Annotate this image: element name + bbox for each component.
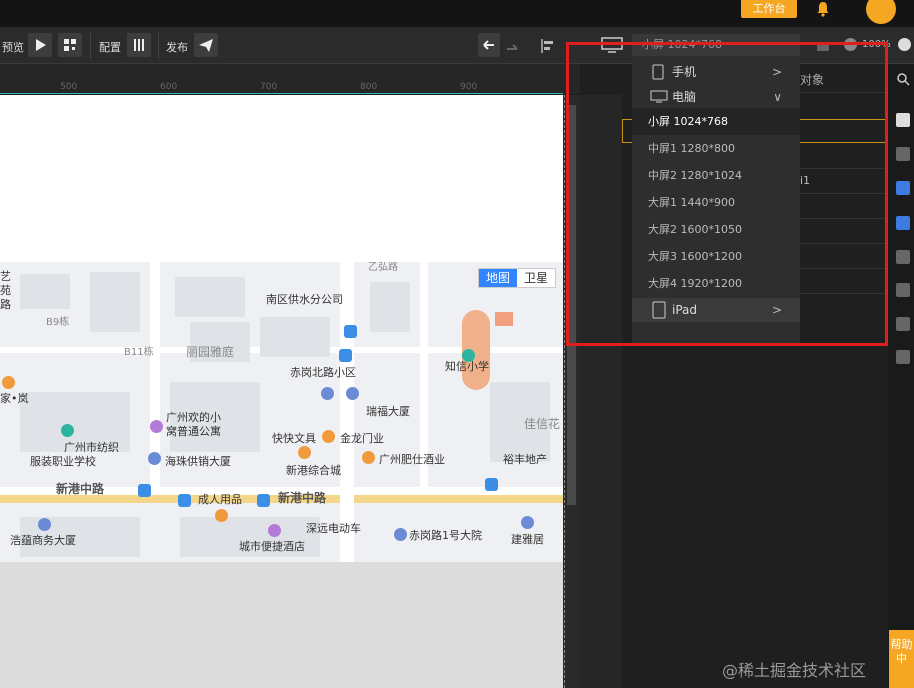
map-type-toggle: 地图 卫星: [478, 268, 556, 288]
config-label: 配置: [99, 41, 121, 54]
map-label: B9栋: [46, 317, 70, 328]
shop-icon: [215, 509, 228, 522]
map-label: 佳信花: [524, 417, 561, 431]
ruler-tick: 600: [160, 82, 178, 92]
bus-stop-icon: [339, 349, 352, 362]
building-poi-icon: [38, 518, 51, 531]
qrcode-icon[interactable]: [58, 33, 82, 57]
map-label: 赤岗路1号大院: [409, 529, 482, 542]
preview-label: 预览: [2, 41, 24, 54]
map-view-button[interactable]: 地图: [479, 269, 517, 287]
bus-stop-icon: [344, 325, 357, 338]
map-label: B11栋: [124, 347, 154, 358]
map-label: 裕丰地产: [503, 453, 547, 466]
map-label: 建雅居: [511, 533, 544, 546]
swap-icon[interactable]: [896, 283, 910, 297]
bus-stop-icon: [178, 494, 191, 507]
settings-icon[interactable]: [896, 147, 910, 161]
zoom-in-icon[interactable]: [898, 38, 911, 51]
interaction-icon[interactable]: [896, 181, 910, 195]
sql-icon[interactable]: [896, 350, 910, 364]
canvas-blank-area: [0, 95, 563, 262]
school-area: [495, 312, 513, 326]
map-label: 南区供水分公司: [266, 293, 343, 306]
info-icon[interactable]: [896, 113, 910, 127]
toolbar-divider: [90, 33, 91, 59]
building-poi-icon: [148, 452, 161, 465]
map-label: 成人用品: [198, 493, 242, 506]
ruler-tick: 900: [460, 82, 478, 92]
map-label: 赤岗北路小区: [290, 366, 356, 379]
map-label: 新港综合城: [286, 464, 341, 477]
bell-icon[interactable]: [815, 1, 831, 17]
map-label: 家•岚: [0, 392, 29, 405]
bus-stop-icon: [485, 478, 498, 491]
building-poi-icon: [521, 516, 534, 529]
play-icon[interactable]: [28, 33, 52, 57]
design-canvas[interactable]: 乙弘路 南区供水分公司 B9栋 B11栋 丽园雅庭 赤岗北路小区 知信小学 瑞福…: [0, 95, 563, 688]
map-label: 服装职业学校: [30, 455, 96, 468]
map-road-label: 新港中路: [278, 491, 327, 505]
copy-icon[interactable]: [896, 250, 910, 264]
map-label: 金龙门业: [340, 432, 384, 445]
hotel-icon: [150, 420, 163, 433]
map-label: 窝普通公寓: [166, 425, 221, 438]
map-label: 海珠供销大厦: [165, 455, 231, 468]
search-icon[interactable]: [896, 71, 910, 86]
building: [90, 272, 140, 332]
ruler-guide-line: [0, 93, 563, 94]
function-icon[interactable]: [896, 216, 910, 230]
building: [260, 317, 330, 357]
school-icon: [61, 424, 74, 437]
building: [175, 277, 245, 317]
bus-stop-icon: [257, 494, 270, 507]
building: [370, 282, 410, 332]
map-component[interactable]: 乙弘路 南区供水分公司 B9栋 B11栋 丽园雅庭 赤岗北路小区 知信小学 瑞福…: [0, 262, 563, 562]
map-label: 丽园雅庭: [186, 345, 235, 359]
map-road-label: 新港中路: [56, 482, 105, 496]
shop-icon: [2, 376, 15, 389]
map-label: 瑞福大厦: [366, 405, 410, 418]
satellite-view-button[interactable]: 卫星: [517, 269, 555, 287]
bus-stop-icon: [138, 484, 151, 497]
shop-icon: [362, 451, 375, 464]
ruler-tick: 500: [60, 82, 78, 92]
building-poi-icon: [394, 528, 407, 541]
map-label: 深远电动车: [306, 522, 361, 535]
road: [340, 262, 354, 562]
building-poi-icon: [346, 387, 359, 400]
canvas-boundary: [564, 95, 565, 688]
watermark: @稀土掘金技术社区: [722, 661, 867, 680]
sliders-icon[interactable]: [127, 33, 151, 57]
ruler-tick: 800: [360, 82, 378, 92]
map-label: 城市便捷酒店: [239, 540, 305, 553]
school-icon: [462, 349, 475, 362]
send-icon[interactable]: [194, 33, 218, 57]
map-label: 广州肥仕酒业: [379, 453, 445, 466]
refresh-icon[interactable]: [896, 317, 910, 331]
map-label: 路: [0, 298, 11, 311]
help-tab[interactable]: 帮助中: [889, 630, 914, 688]
undo-icon[interactable]: [478, 33, 500, 57]
building: [20, 274, 70, 309]
map-label: 浩蕴商务大厦: [10, 534, 76, 547]
workbench-button[interactable]: 工作台: [741, 0, 797, 18]
publish-label: 发布: [166, 41, 188, 54]
map-label: 乙弘路: [368, 262, 398, 273]
shop-icon: [322, 430, 335, 443]
building-poi-icon: [321, 387, 334, 400]
shop-icon: [298, 446, 311, 459]
hotel-icon: [268, 524, 281, 537]
align-icon[interactable]: [540, 37, 556, 55]
map-label: 快快文具: [272, 432, 316, 445]
ruler-tick: 700: [260, 82, 278, 92]
annotation-highlight-box: [566, 42, 888, 346]
toolbar-divider: [158, 33, 159, 59]
ruler: 500 600 700 800 900: [0, 64, 580, 94]
redo-icon[interactable]: [505, 40, 521, 52]
